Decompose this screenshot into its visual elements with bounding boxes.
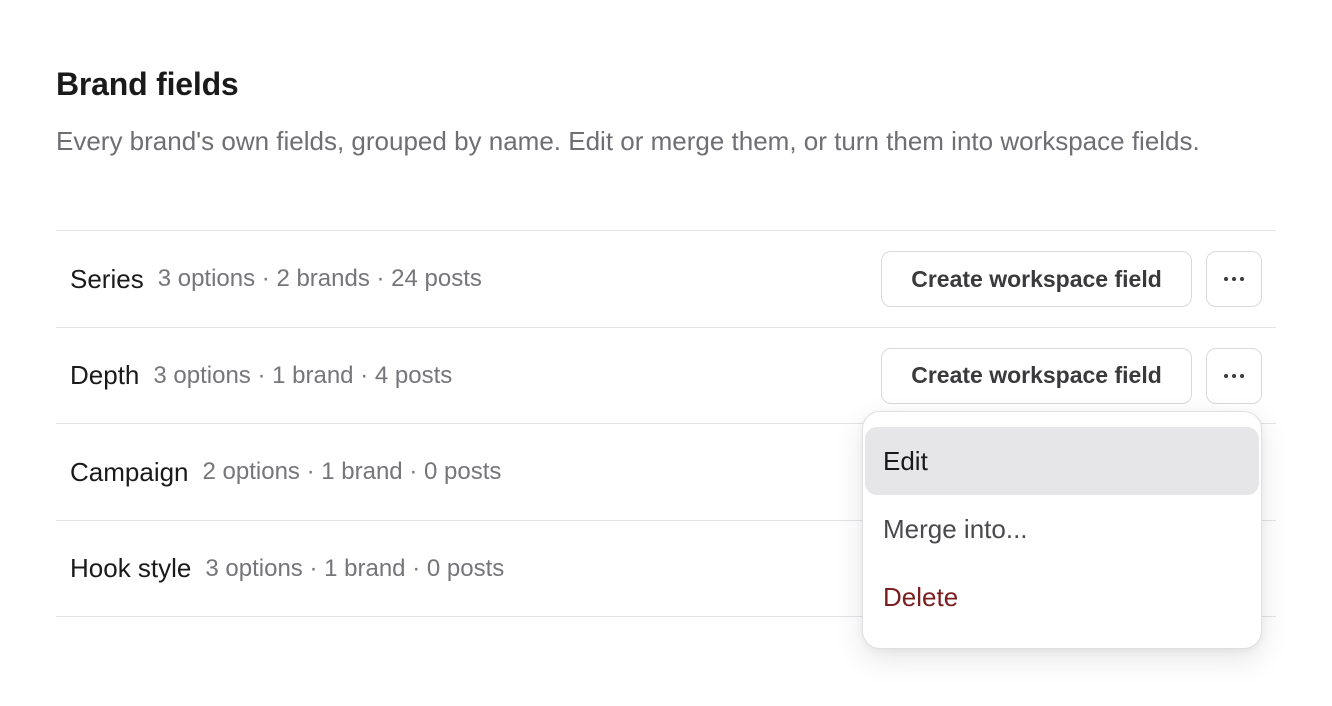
field-meta: 3 options · 1 brand · 0 posts <box>205 554 505 582</box>
field-name: Depth <box>70 360 140 390</box>
field-meta: 3 options · 2 brands · 24 posts <box>157 265 482 292</box>
ellipsis-icon <box>1224 373 1244 378</box>
section-title: Brand fields <box>56 66 239 102</box>
ellipsis-icon <box>1224 277 1244 281</box>
field-name: Hook style <box>70 553 192 583</box>
field-meta: 3 options · 1 brand · 4 posts <box>153 361 453 389</box>
create-workspace-field-button[interactable]: Create workspace field <box>881 251 1192 307</box>
menu-item-delete[interactable]: Delete <box>865 563 1259 631</box>
create-workspace-field-button[interactable]: Create workspace field <box>881 347 1192 404</box>
more-options-button[interactable] <box>1206 347 1262 404</box>
list-item: Series 3 options · 2 brands · 24 posts C… <box>56 231 1276 328</box>
more-options-button[interactable] <box>1206 251 1262 307</box>
field-name: Series <box>70 263 144 294</box>
row-actions-menu: Edit Merge into... Delete <box>862 411 1262 649</box>
section-description: Every brand's own fields, grouped by nam… <box>56 126 1200 156</box>
field-meta: 2 options · 1 brand · 0 posts <box>202 458 502 485</box>
field-name: Campaign <box>70 456 189 487</box>
menu-item-edit[interactable]: Edit <box>865 427 1259 495</box>
list-item: Depth 3 options · 1 brand · 4 posts Crea… <box>56 328 1276 424</box>
menu-item-merge-into[interactable]: Merge into... <box>865 495 1259 563</box>
